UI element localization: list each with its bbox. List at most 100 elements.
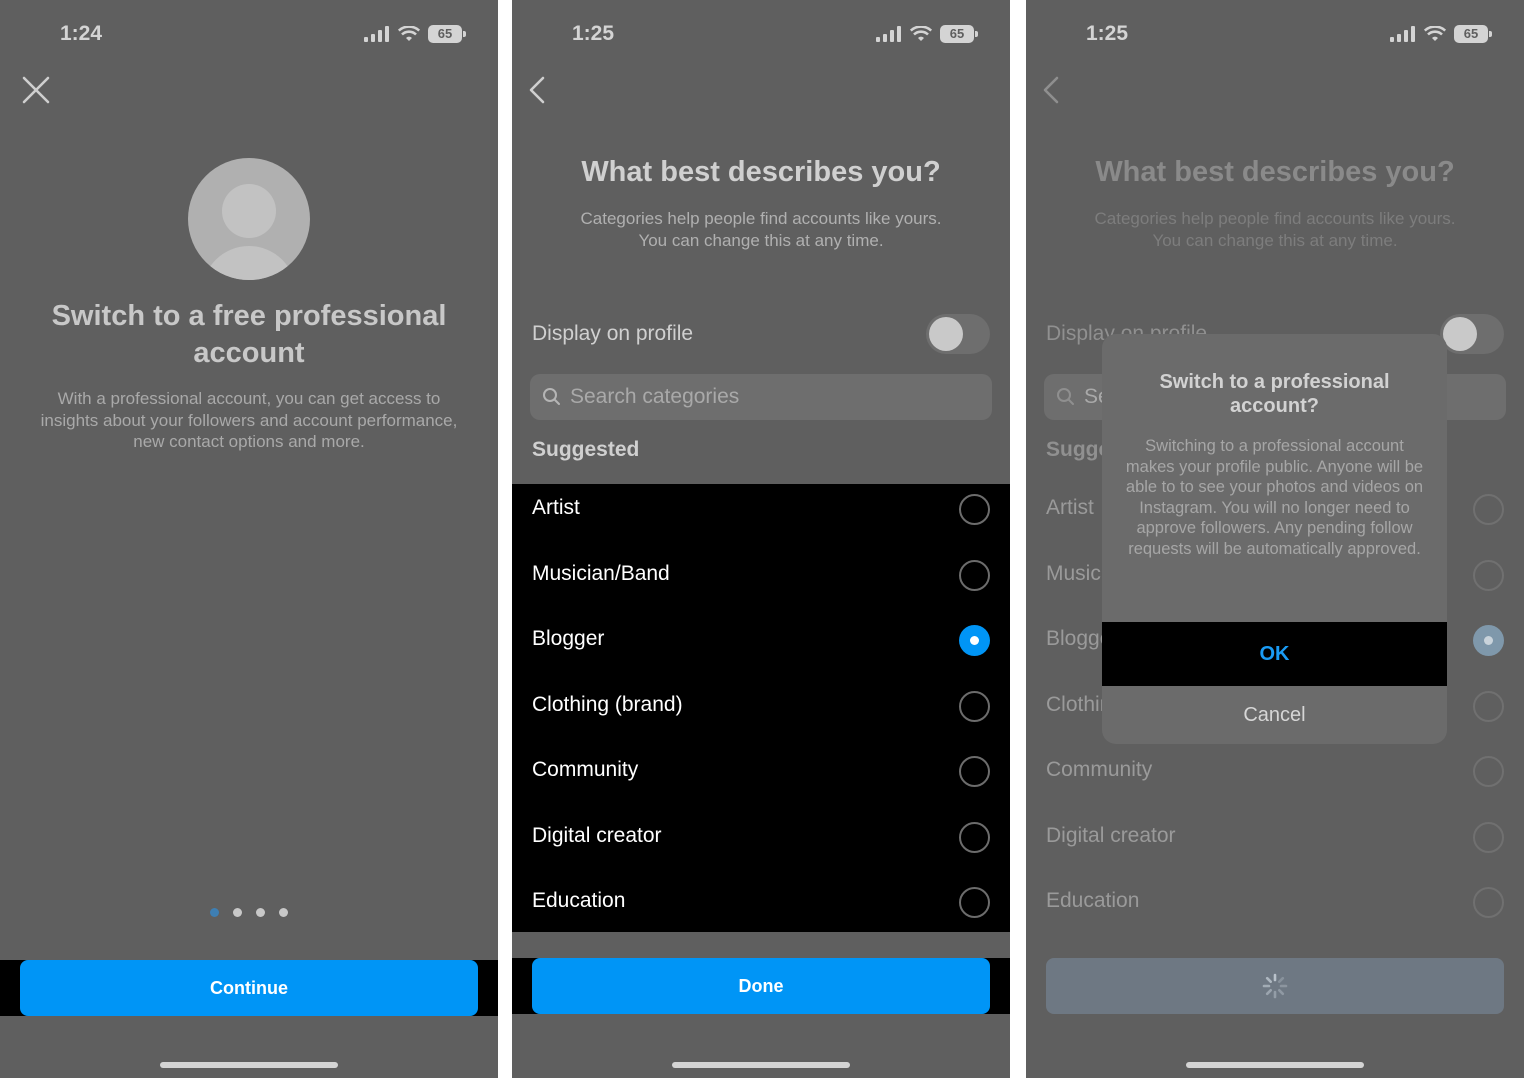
status-bar: 1:25 65	[1026, 20, 1524, 48]
confirm-dialog: Switch to a professional account? Switch…	[1102, 334, 1447, 744]
search-icon	[543, 388, 560, 405]
done-band: Done	[512, 958, 1010, 1014]
wifi-icon	[398, 26, 420, 41]
category-label: Digital creator	[532, 823, 662, 847]
category-label: Education	[1046, 889, 1140, 912]
category-radio[interactable]	[959, 559, 990, 591]
category-radio[interactable]	[959, 690, 990, 722]
page-title: What best describes you?	[581, 156, 941, 188]
continue-band: Continue	[0, 960, 498, 1016]
ok-button[interactable]: OK	[1102, 622, 1447, 686]
category-row-musician-band[interactable]: Musician/Band	[512, 550, 1010, 616]
toggle-knob	[929, 317, 963, 351]
signal-icon	[364, 26, 389, 42]
category-radio	[1473, 494, 1504, 525]
category-row-education: Education	[1026, 877, 1524, 943]
page-title: What best describes you?	[1095, 156, 1455, 188]
category-row-education[interactable]: Education	[512, 877, 1010, 943]
category-radio-selected	[1473, 625, 1504, 656]
category-list: Artist Musician/Band Blogger Clothing (b…	[512, 484, 1010, 932]
category-row-clothing-brand[interactable]: Clothing (brand)	[512, 681, 1010, 747]
signal-icon	[876, 26, 901, 42]
close-icon[interactable]	[18, 72, 54, 108]
back-icon[interactable]	[1034, 72, 1070, 108]
category-label: Artist	[1046, 496, 1094, 519]
display-on-profile-toggle[interactable]	[926, 314, 990, 354]
home-indicator	[1186, 1062, 1364, 1068]
display-on-profile-toggle	[1440, 314, 1504, 354]
category-radio[interactable]	[959, 756, 990, 787]
home-indicator	[672, 1062, 850, 1068]
page-indicator	[0, 908, 498, 917]
category-row-digital-creator[interactable]: Digital creator	[512, 812, 1010, 878]
category-row-blogger[interactable]: Blogger	[512, 615, 1010, 681]
category-row-community: Community	[1026, 746, 1524, 812]
avatar-head	[222, 184, 276, 238]
category-label: Blogger	[532, 627, 605, 650]
wifi-icon	[1424, 26, 1446, 41]
page-dot-3	[256, 908, 265, 917]
cancel-button[interactable]: Cancel	[1102, 686, 1447, 744]
page-description: With a professional account, you can get…	[40, 389, 458, 451]
category-row-artist[interactable]: Artist	[512, 484, 1010, 550]
category-radio	[1473, 887, 1504, 918]
suggested-heading: Suggested	[532, 438, 640, 461]
battery-icon: 65	[428, 25, 466, 43]
category-row-digital-creator: Digital creator	[1026, 812, 1524, 878]
search-bar	[530, 374, 992, 420]
avatar	[188, 158, 310, 280]
category-radio[interactable]	[959, 887, 990, 918]
page-title: Switch to a free professional account	[51, 300, 447, 369]
status-time: 1:25	[1086, 22, 1129, 45]
dialog-title: Switch to a professional account?	[1159, 371, 1390, 417]
display-on-profile-row: Display on profile	[532, 314, 990, 354]
page-description: Categories help people find accounts lik…	[542, 208, 980, 252]
search-input[interactable]	[570, 374, 970, 420]
category-radio	[1473, 559, 1504, 591]
wifi-icon	[910, 26, 932, 41]
back-icon[interactable]	[520, 72, 556, 108]
status-icons: 65	[364, 24, 466, 44]
category-row-community[interactable]: Community	[512, 746, 1010, 812]
category-radio	[1473, 756, 1504, 787]
status-bar: 1:24 65	[0, 20, 498, 48]
status-time: 1:24	[60, 22, 103, 45]
page-description: Categories help people find accounts lik…	[1056, 208, 1494, 252]
category-radio[interactable]	[959, 821, 990, 853]
continue-button[interactable]: Continue	[20, 960, 478, 1016]
screen-switch-intro: 1:24 65 Switch to a free professional ac…	[0, 0, 498, 1078]
done-button-loading	[1046, 958, 1504, 1014]
category-radio[interactable]	[959, 494, 990, 525]
category-radio	[1473, 690, 1504, 722]
search-icon	[1057, 388, 1074, 405]
description-line-2: You can change this at any time.	[638, 231, 884, 250]
screen-confirm-dialog: 1:25 65 What best describes you? Categor…	[1026, 0, 1524, 1078]
page-dot-2	[233, 908, 242, 917]
category-label: Community	[1046, 758, 1153, 781]
category-label: Community	[532, 758, 639, 781]
dialog-body: Switching to a professional account make…	[1125, 437, 1424, 558]
category-label: Musician/Band	[532, 561, 670, 585]
category-radio-selected[interactable]	[959, 625, 990, 656]
done-button[interactable]: Done	[532, 958, 990, 1014]
toggle-knob	[1443, 317, 1477, 351]
status-icons: 65	[876, 24, 978, 44]
page-dot-1	[210, 908, 219, 917]
screen-category-select: 1:25 65 What best describes you? Categor…	[512, 0, 1010, 1078]
battery-icon: 65	[1454, 25, 1492, 43]
home-indicator	[160, 1062, 338, 1068]
description-line-1: Categories help people find accounts lik…	[580, 209, 942, 228]
status-bar: 1:25 65	[512, 20, 1010, 48]
category-radio	[1473, 821, 1504, 853]
category-label: Artist	[532, 496, 580, 519]
description-line-2: You can change this at any time.	[1152, 231, 1398, 250]
spinner-icon	[1262, 973, 1288, 999]
category-label: Digital creator	[1046, 823, 1176, 847]
description-line-1: Categories help people find accounts lik…	[1094, 209, 1456, 228]
category-label: Clothing (brand)	[532, 692, 683, 716]
display-on-profile-label: Display on profile	[532, 322, 694, 345]
status-time: 1:25	[572, 22, 615, 45]
battery-icon: 65	[940, 25, 978, 43]
category-label: Education	[532, 889, 626, 912]
avatar-body	[202, 246, 296, 280]
